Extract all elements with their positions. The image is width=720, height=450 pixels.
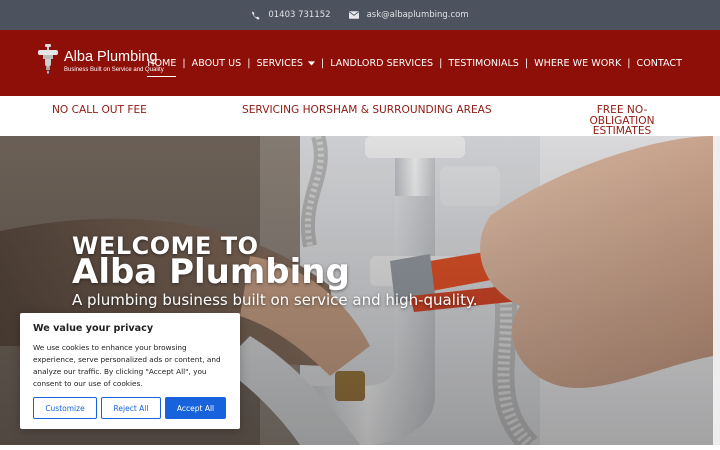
cookie-consent-banner: We value your privacy We use cookies to … [20,313,240,429]
usp-free-estimates: FREE NO-OBLIGATION ESTIMATES [566,105,678,137]
nav-testimonials[interactable]: TESTIMONIALS [448,58,519,69]
nav-landlord-services[interactable]: LANDLORD SERVICES [330,58,433,69]
phone-icon [251,11,260,20]
nav-where-we-work[interactable]: WHERE WE WORK [534,58,621,69]
caret-down-icon [307,58,315,69]
reject-all-button[interactable]: Reject All [101,397,161,419]
nav-services[interactable]: SERVICES [256,58,315,69]
usp-service-area: SERVICING HORSHAM & SURROUNDING AREAS [242,104,492,116]
envelope-icon [348,11,359,19]
usp-free-estimates-line2: ESTIMATES [592,125,652,137]
nav-separator: | [247,57,251,69]
cookie-title: We value your privacy [33,323,154,334]
nav-contact[interactable]: CONTACT [637,58,683,69]
nav-separator: | [524,57,529,69]
email-address: ask@albaplumbing.com [366,10,469,20]
hero-tagline: A plumbing business built on service and… [72,291,478,309]
nav-services-label: SERVICES [256,57,303,69]
accept-all-button[interactable]: Accept All [165,397,226,419]
nav-separator: | [627,57,631,69]
phone-contact[interactable]: 01403 731152 [251,10,331,20]
nav-separator: | [320,57,325,69]
phone-number: 01403 731152 [268,10,331,20]
main-navigation: HOME | ABOUT US | SERVICES | LANDLORD SE… [147,30,682,96]
customize-button[interactable]: Customize [33,397,97,419]
nav-home[interactable]: HOME [147,58,177,77]
cookie-text: We use cookies to enhance your browsing … [33,343,221,388]
nav-separator: | [439,57,443,69]
usp-strip: NO CALL OUT FEE SERVICING HORSHAM & SURR… [0,96,720,136]
hero-side-strip [713,136,720,445]
top-contact-bar: 01403 731152 ask@albaplumbing.com [0,0,720,30]
nav-about-us[interactable]: ABOUT US [192,58,242,69]
usp-no-call-out-fee: NO CALL OUT FEE [52,104,147,116]
usp-free-estimates-line1: FREE NO-OBLIGATION [589,104,655,127]
hero-brand-title: Alba Plumbing [72,252,350,292]
logo-name: Alba Plumbing [64,49,158,65]
cookie-actions: Customize Reject All Accept All [33,397,226,419]
nav-separator: | [182,57,186,69]
site-header: Alba Plumbing Business Built on Service … [0,30,720,96]
email-contact[interactable]: ask@albaplumbing.com [348,10,469,20]
tap-icon [36,44,60,78]
